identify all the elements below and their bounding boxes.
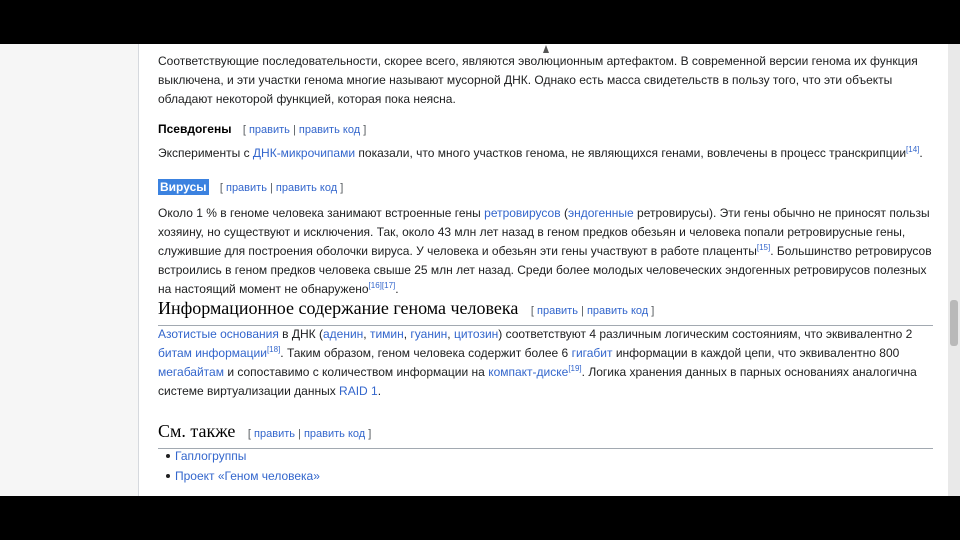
link-megabytes[interactable]: мегабайтам	[158, 365, 224, 379]
bracket-close: ]	[368, 428, 372, 440]
text-span: Эксперименты с	[158, 146, 253, 160]
ref-14[interactable]: [14]	[906, 145, 919, 154]
link-retroviruses[interactable]: ретровирусов	[484, 206, 560, 220]
edit-code-link[interactable]: править код	[304, 428, 365, 440]
text-span: Около 1 % в геноме человека занимают вст…	[158, 206, 485, 220]
edit-links: [ править | править код ]	[248, 428, 371, 440]
text-span: ) соответствуют 4 различным логическим с…	[498, 327, 913, 341]
heading-text: Псевдогены	[158, 122, 232, 136]
edit-link[interactable]: править	[537, 305, 578, 317]
link-guanine[interactable]: гуанин	[410, 327, 447, 341]
bracket-open: [	[242, 124, 246, 136]
link-gigabit[interactable]: гигабит	[572, 346, 613, 360]
text-span: .	[395, 282, 399, 296]
ref-16[interactable]: [16]	[369, 281, 382, 290]
link-bits[interactable]: битам информации	[158, 346, 267, 360]
ref-15[interactable]: [15]	[757, 243, 770, 252]
edit-code-link[interactable]: править код	[276, 182, 337, 194]
information-paragraph: Азотистые основания в ДНК (аденин, тимин…	[158, 325, 933, 401]
ref-17[interactable]: [17]	[382, 281, 395, 290]
edit-links: [ править | править код ]	[531, 305, 654, 317]
bracket-close: ]	[651, 305, 655, 317]
text-span: информации в каждой цепи, что эквивалент…	[612, 346, 900, 360]
edit-code-link[interactable]: править код	[299, 124, 360, 136]
left-sidebar	[0, 44, 138, 496]
list-item: Гаплогруппы	[166, 446, 320, 466]
edit-link[interactable]: править	[249, 124, 290, 136]
scrollbar-thumb[interactable]	[950, 300, 958, 346]
pseudogenes-paragraph: Эксперименты с ДНК-микрочипами показали,…	[158, 144, 933, 163]
link-raid1[interactable]: RAID 1	[339, 384, 378, 398]
text-span: в ДНК (	[278, 327, 323, 341]
link-dna-microarrays[interactable]: ДНК-микрочипами	[253, 146, 355, 160]
link-compact-disc[interactable]: компакт-диске	[488, 365, 568, 379]
link-adenine[interactable]: аденин	[323, 327, 363, 341]
separator: |	[581, 305, 584, 317]
section-heading-viruses: Вирусы [ править | править код ]	[158, 178, 343, 197]
text-span: .	[919, 146, 923, 160]
heading-text: См. также	[158, 421, 236, 441]
bracket-close: ]	[340, 182, 344, 194]
text-span: ,	[363, 327, 370, 341]
text-span: и сопоставимо с количеством информации н…	[223, 365, 489, 379]
browser-viewport: Соответствующие последовательности, скор…	[0, 44, 960, 496]
viruses-paragraph: Около 1 % в геноме человека занимают вст…	[158, 204, 933, 299]
edit-link[interactable]: править	[254, 428, 295, 440]
edit-links: [ править | править код ]	[243, 124, 366, 136]
section-heading-pseudogenes: Псевдогены [ править | править код ]	[158, 120, 366, 139]
list-item: Проект «Геном человека»	[166, 466, 320, 486]
heading-text-selected: Вирусы	[158, 179, 209, 195]
bracket-open: [	[530, 305, 534, 317]
link-human-genome-project[interactable]: Проект «Геном человека»	[175, 469, 320, 483]
heading-text: Информационное содержание генома человек…	[158, 298, 519, 318]
link-endogenous[interactable]: эндогенные	[568, 206, 634, 220]
edit-link[interactable]: править	[226, 182, 267, 194]
text-span: показали, что много участков генома, не …	[355, 146, 907, 160]
link-haplogroups[interactable]: Гаплогруппы	[175, 449, 246, 463]
separator: |	[298, 428, 301, 440]
separator: |	[270, 182, 273, 194]
see-also-list: Гаплогруппы Проект «Геном человека»	[165, 446, 320, 486]
bracket-open: [	[219, 182, 223, 194]
text-span: .	[377, 384, 382, 398]
text-span: (	[560, 206, 568, 220]
bracket-close: ]	[363, 124, 367, 136]
ref-18[interactable]: [18]	[267, 345, 280, 354]
article-content: Соответствующие последовательности, скор…	[138, 44, 949, 496]
edit-code-link[interactable]: править код	[587, 305, 648, 317]
text-span: . Таким образом, геном человека содержит…	[280, 346, 572, 360]
text-span: ,	[447, 327, 454, 341]
section-heading-see-also: См. также [ править | править код ]	[158, 419, 933, 449]
link-nitrogenous-bases[interactable]: Азотистые основания	[158, 327, 279, 341]
edit-links: [ править | править код ]	[220, 182, 343, 194]
intro-paragraph: Соответствующие последовательности, скор…	[158, 54, 918, 106]
bracket-open: [	[247, 428, 251, 440]
link-cytosine[interactable]: цитозин	[454, 327, 498, 341]
ref-19[interactable]: [19]	[568, 364, 581, 373]
link-thymine[interactable]: тимин	[370, 327, 404, 341]
separator: |	[292, 124, 296, 136]
section-heading-information-content: Информационное содержание генома человек…	[158, 296, 933, 326]
vertical-scrollbar[interactable]	[948, 44, 960, 496]
